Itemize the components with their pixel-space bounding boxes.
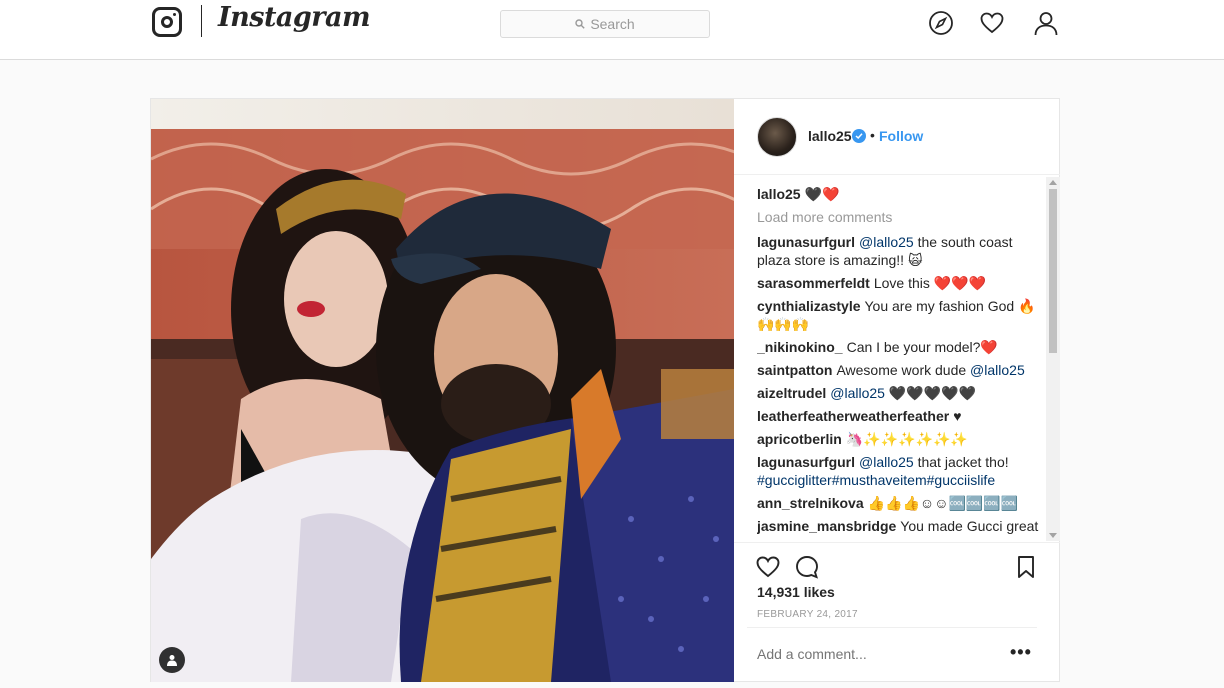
- comment-username[interactable]: lagunasurfgurl: [757, 234, 855, 250]
- post-header: lallo25 • Follow: [734, 99, 1060, 175]
- comment-item: leatherfeatherweatherfeather ♥: [757, 407, 1049, 425]
- post-date: FEBRUARY 24, 2017: [757, 609, 858, 620]
- caption-text: 🖤❤️: [804, 186, 840, 202]
- comment-text: Love this ❤️❤️❤️: [873, 275, 987, 291]
- heart-icon[interactable]: [979, 10, 1005, 36]
- logo-divider: [201, 5, 202, 37]
- scroll-thumb[interactable]: [1049, 189, 1057, 353]
- comments-scrollbar[interactable]: [1046, 177, 1060, 541]
- separator-dot: •: [870, 127, 875, 143]
- person-icon[interactable]: [1033, 10, 1059, 36]
- comment-item: lagunasurfgurl @lallo25 the south coast p…: [757, 233, 1049, 269]
- comment-item: cynthializastyle You are my fashion God 🔥…: [757, 297, 1049, 333]
- comment-item: lagunasurfgurl @lallo25 that jacket tho! #…: [757, 453, 1049, 489]
- comment-item: _nikinokino_ Can I be your model?❤️: [757, 338, 1049, 356]
- follow-button[interactable]: Follow: [879, 128, 923, 144]
- avatar[interactable]: [757, 117, 797, 157]
- post-card: lallo25 • Follow lallo25 🖤❤️ Load more co…: [150, 98, 1060, 682]
- comment-username[interactable]: lagunasurfgurl: [757, 454, 855, 470]
- comment-item: ann_strelnikova 👍👍👍☺☺🆒🆒🆒🆒: [757, 494, 1049, 512]
- comment-username[interactable]: saintpatton: [757, 362, 832, 378]
- comments-list[interactable]: lallo25 🖤❤️ Load more comments lagunasurf…: [757, 185, 1049, 539]
- add-comment-input[interactable]: [757, 646, 997, 662]
- comment-item: aizeltrudel @lallo25 🖤🖤🖤🖤🖤: [757, 384, 1049, 402]
- like-heart-icon[interactable]: [755, 554, 781, 580]
- instagram-wordmark[interactable]: Instagram: [218, 2, 371, 33]
- scroll-down-arrow-icon[interactable]: [1049, 533, 1057, 538]
- search-placeholder: Search: [590, 16, 635, 32]
- comment-mention[interactable]: @lallo25: [859, 234, 914, 250]
- comment-hashtags[interactable]: #gucciglitter#musthaveitem#gucciislife: [757, 472, 995, 488]
- comment-username[interactable]: apricotberlin: [757, 431, 842, 447]
- comment-username[interactable]: leatherfeatherweatherfeather: [757, 408, 949, 424]
- comment-username[interactable]: ann_strelnikova: [757, 495, 864, 511]
- post-photo-image: [151, 99, 734, 682]
- comment-mention[interactable]: @lallo25: [970, 362, 1025, 378]
- comment-text: 🖤🖤🖤🖤🖤: [884, 385, 976, 401]
- comment-mention[interactable]: @lallo25: [859, 454, 914, 470]
- like-count[interactable]: 14,931 likes: [757, 584, 835, 600]
- comment-text: that jacket tho!: [913, 454, 1009, 470]
- caption: lallo25 🖤❤️: [757, 185, 1049, 203]
- top-nav-bar: Instagram Search: [0, 0, 1224, 60]
- comment-username[interactable]: _nikinokino_: [757, 339, 843, 355]
- verified-badge-icon: [852, 129, 866, 143]
- caption-username[interactable]: lallo25: [757, 186, 801, 202]
- comment-item: saintpatton Awesome work dude @lallo25: [757, 361, 1049, 379]
- comment-username[interactable]: sarasommerfeldt: [757, 275, 870, 291]
- post-sidebar: lallo25 • Follow lallo25 🖤❤️ Load more co…: [734, 99, 1060, 682]
- post-actions: [734, 542, 1060, 586]
- comment-text: ♥: [953, 408, 962, 424]
- add-comment-bar: •••: [747, 627, 1037, 681]
- instagram-camera-icon[interactable]: [152, 7, 182, 37]
- comment-text: Can I be your model?❤️: [846, 339, 998, 355]
- scroll-up-arrow-icon[interactable]: [1049, 180, 1057, 185]
- comment-text: You made Gucci great: [900, 518, 1039, 534]
- post-username[interactable]: lallo25: [808, 128, 852, 144]
- comment-text: 👍👍👍☺☺🆒🆒🆒🆒: [867, 495, 1019, 511]
- comment-item: sarasommerfeldt Love this ❤️❤️❤️: [757, 274, 1049, 292]
- comment-bubble-icon[interactable]: [794, 554, 820, 580]
- search-icon: [575, 19, 586, 29]
- search-input[interactable]: Search: [500, 10, 710, 38]
- post-photo[interactable]: [151, 99, 734, 682]
- comment-username[interactable]: jasmine_mansbridge: [757, 518, 896, 534]
- comment-item: apricotberlin 🦄✨✨✨✨✨✨: [757, 430, 1049, 448]
- person-tag-icon: [167, 655, 177, 666]
- more-options-button[interactable]: •••: [1010, 642, 1032, 663]
- tagged-people-button[interactable]: [159, 647, 185, 673]
- compass-icon[interactable]: [928, 10, 954, 36]
- comment-username[interactable]: cynthializastyle: [757, 298, 861, 314]
- comment-text: Awesome work dude: [836, 362, 971, 378]
- comment-username[interactable]: aizeltrudel: [757, 385, 826, 401]
- comment-mention[interactable]: @lallo25: [830, 385, 885, 401]
- comment-item: jasmine_mansbridge You made Gucci great: [757, 517, 1049, 535]
- comment-text: 🦄✨✨✨✨✨✨: [845, 431, 968, 447]
- bookmark-icon[interactable]: [1013, 554, 1039, 580]
- load-more-comments-link[interactable]: Load more comments: [757, 208, 1049, 226]
